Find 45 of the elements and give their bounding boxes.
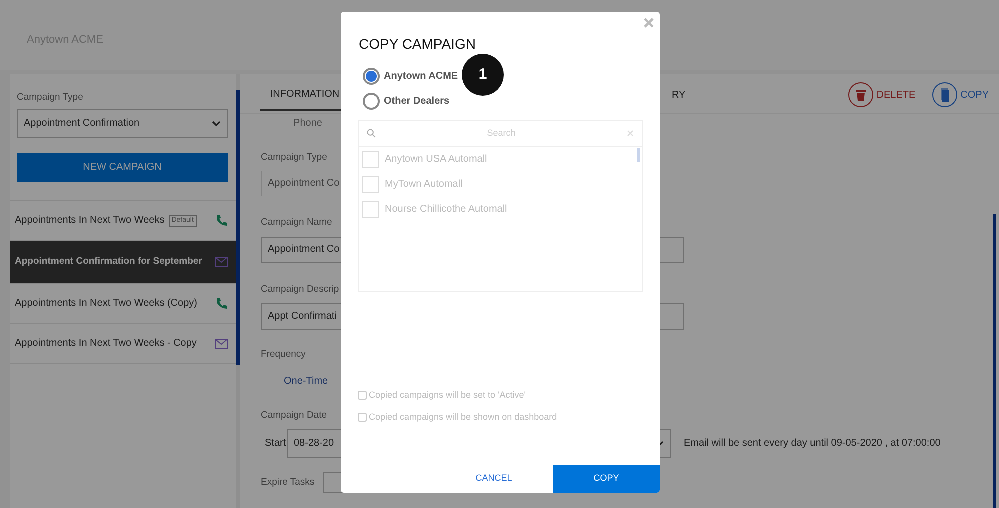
copy-icon: [932, 82, 958, 108]
copy-button[interactable]: COPY: [553, 465, 660, 493]
campaign-name: Appointments In Next Two Weeks: [15, 214, 165, 228]
schedule-note: Email will be sent every day until 09-05-2020 , at 07:00:00: [684, 437, 941, 452]
radio-label: Other Dealers: [384, 95, 450, 109]
start-label: Start: [265, 437, 287, 452]
delete-button[interactable]: DELETE: [848, 82, 916, 108]
radio-button[interactable]: [363, 68, 380, 85]
search-icon: [367, 129, 376, 138]
trash-icon: [848, 82, 874, 108]
tab[interactable]: RY: [672, 74, 686, 111]
campaign-list-item[interactable]: Appointment Confirmation for September: [10, 241, 236, 284]
envelope-icon: [215, 257, 228, 268]
chevron-down-icon: [212, 120, 221, 127]
copy-button[interactable]: COPY: [932, 82, 989, 108]
cancel-button[interactable]: CANCEL: [341, 465, 553, 493]
phone-icon: [215, 214, 228, 228]
campaign-name: Appointment Confirmation for September: [15, 255, 204, 270]
frequency-option[interactable]: One-Time: [284, 376, 328, 387]
campaign-type-select[interactable]: Appointment Confirmation: [17, 109, 228, 138]
modal-title: COPY CAMPAIGN: [359, 35, 477, 54]
scrollbar-thumb[interactable]: [993, 214, 996, 508]
close-icon: [644, 18, 654, 28]
envelope-icon: [215, 338, 228, 349]
field-label: Frequency: [261, 348, 306, 360]
phone-icon: [215, 297, 228, 310]
campaign-name: Appointments In Next Two Weeks (Copy): [15, 297, 198, 312]
field-label: Campaign Date: [261, 410, 328, 421]
scrollbar-thumb[interactable]: [236, 90, 240, 365]
dealer-name: Anytown USA Automall: [385, 153, 488, 167]
campaign-type-field: Appointment Co: [261, 171, 341, 196]
dealer-name: MyTown Automall: [385, 178, 463, 192]
radio-option[interactable]: Anytown ACME: [363, 68, 458, 85]
field-label: Campaign Type: [17, 91, 84, 105]
field-label: Campaign Name: [261, 217, 332, 228]
radio-button[interactable]: [363, 93, 380, 110]
radio-label: Anytown ACME: [384, 70, 458, 84]
field-label: Campaign Type: [261, 152, 328, 163]
dealer-name: Nourse Chillicothe Automall: [385, 203, 508, 217]
field-label: Campaign Descrip: [261, 284, 340, 294]
clear-icon: [627, 130, 634, 137]
tab-subtitle: Phone: [292, 117, 324, 131]
campaign-name: Appointments In Next Two Weeks - Copy: [15, 337, 198, 352]
new-campaign-button[interactable]: NEW CAMPAIGN: [17, 153, 228, 182]
field-label: Expire Tasks: [261, 476, 315, 490]
